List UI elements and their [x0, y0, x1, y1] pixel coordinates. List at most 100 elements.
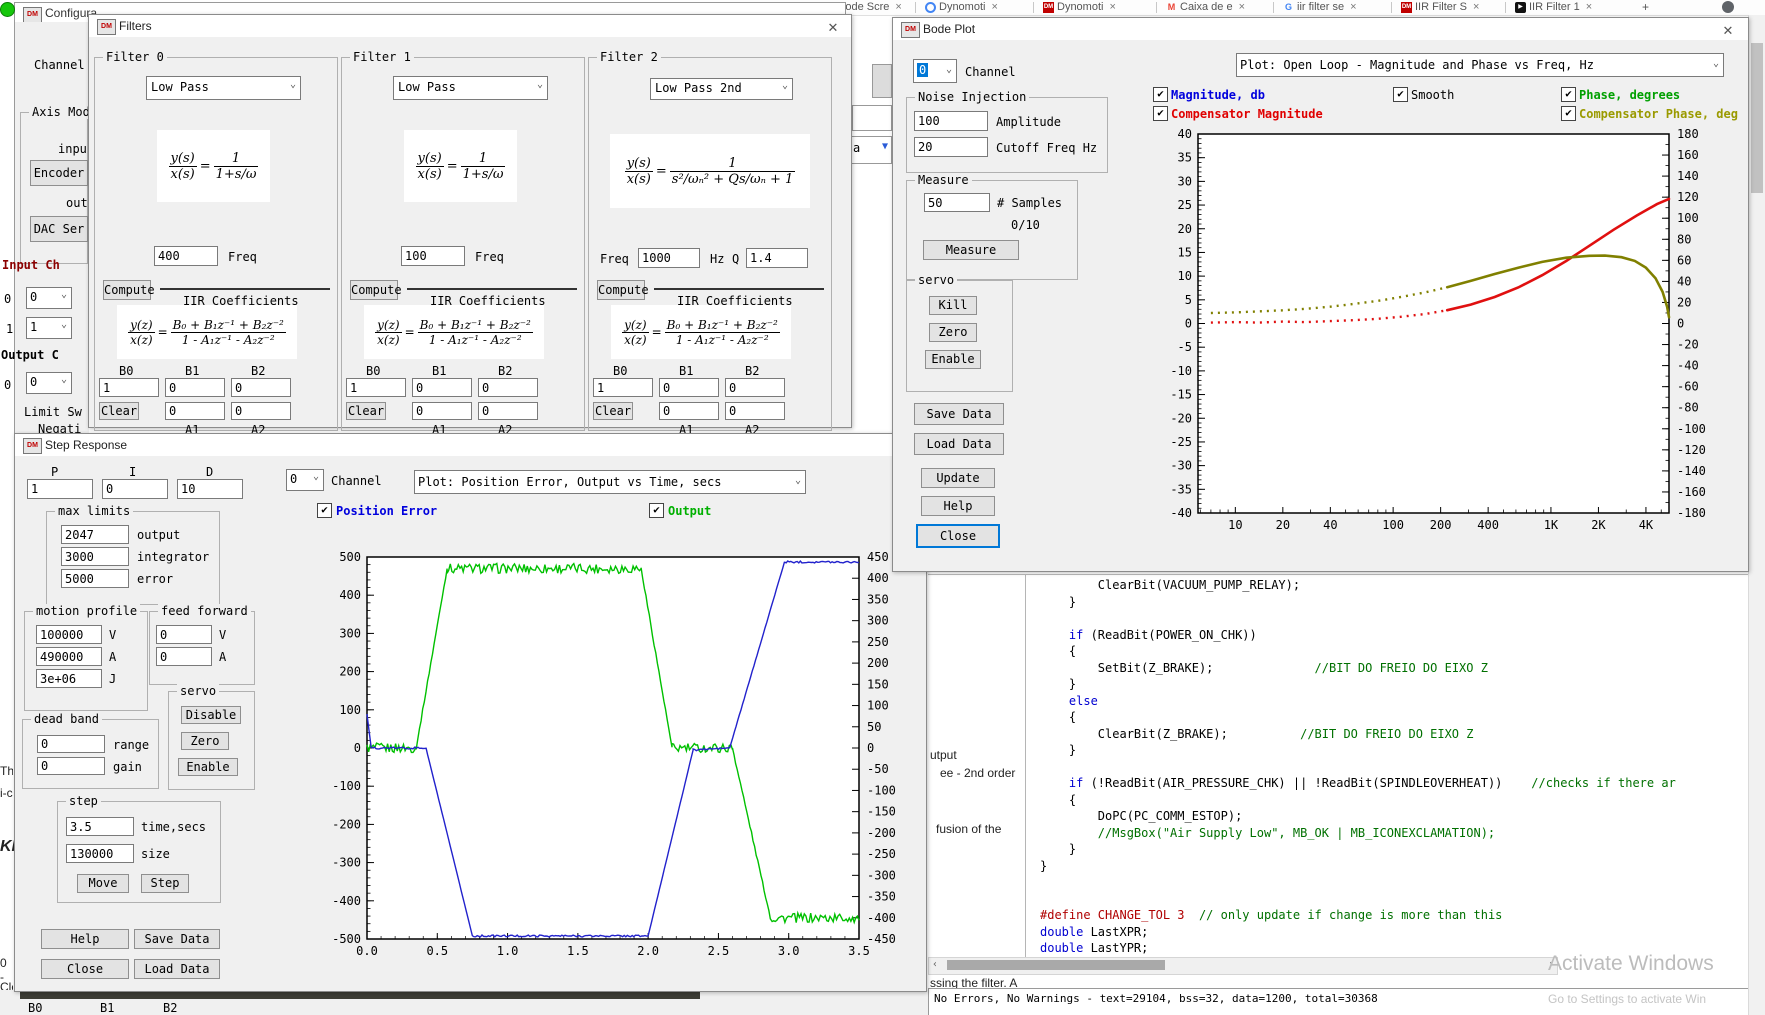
b2-input[interactable]: [478, 378, 538, 397]
new-tab-button[interactable]: +: [1642, 0, 1649, 14]
tab-close-icon[interactable]: ×: [1586, 1, 1592, 13]
b1-input[interactable]: [412, 378, 472, 397]
bode-enable-button[interactable]: Enable: [925, 350, 981, 369]
ff-accel-input[interactable]: [156, 647, 212, 666]
encoder-button[interactable]: Encoder: [30, 160, 88, 186]
b0-input[interactable]: [346, 378, 406, 397]
move-button[interactable]: Move: [77, 874, 129, 893]
amplitude-input[interactable]: [914, 111, 988, 131]
smooth-checkbox[interactable]: ✔: [1393, 87, 1408, 102]
compute-button[interactable]: Compute: [597, 280, 645, 300]
cutoff-freq-input[interactable]: [914, 137, 988, 157]
a1-input[interactable]: [412, 402, 472, 420]
load-data-button[interactable]: Load Data: [134, 959, 220, 979]
code-editor[interactable]: ClearBit(VACUUM_PUMP_RELAY); } if (ReadB…: [928, 574, 1748, 957]
tab-close-icon[interactable]: ×: [1239, 1, 1245, 13]
config-input-ch1-combo[interactable]: 1⌄: [26, 317, 72, 339]
close-button[interactable]: Close: [41, 959, 129, 979]
filters-titlebar[interactable]: DM Filters ✕: [89, 15, 851, 37]
tab-close-icon[interactable]: ×: [1473, 1, 1479, 13]
max-error-input[interactable]: [61, 569, 129, 588]
b2-input[interactable]: [231, 378, 291, 397]
horizontal-scrollbar[interactable]: ‹ ›: [928, 957, 1558, 975]
bode-save-data-button[interactable]: Save Data: [914, 403, 1004, 425]
freq-input[interactable]: [638, 248, 700, 268]
tab-close-icon[interactable]: ×: [1350, 1, 1356, 13]
dac-servo-button[interactable]: DAC Ser: [30, 216, 88, 242]
velocity-input[interactable]: [36, 625, 102, 644]
tab-close-icon[interactable]: ×: [1109, 1, 1115, 13]
bode-zero-button[interactable]: Zero: [929, 323, 977, 342]
browser-tab-iir-filter-se[interactable]: Giir filter se×: [1283, 0, 1357, 15]
a2-input[interactable]: [478, 402, 538, 420]
browser-tab-iir-filter-1[interactable]: ▶IIR Filter 1×: [1515, 0, 1592, 15]
save-data-button[interactable]: Save Data: [134, 929, 220, 949]
profile-avatar[interactable]: [1722, 1, 1734, 13]
accel-input[interactable]: [36, 647, 102, 666]
b0-input[interactable]: [593, 378, 653, 397]
a1-input[interactable]: [165, 402, 225, 420]
step-time-input[interactable]: [66, 817, 134, 836]
browser-tab-iir-filter-s[interactable]: DMIIR Filter S×: [1401, 0, 1479, 15]
filter-type-select[interactable]: Low Pass⌄: [393, 76, 548, 100]
a2-input[interactable]: [725, 402, 785, 420]
bode-help-button[interactable]: Help: [921, 496, 995, 516]
step-button[interactable]: Step: [141, 874, 189, 893]
clear-button[interactable]: Clear: [99, 402, 139, 420]
scrollbar-thumb[interactable]: [947, 960, 1165, 970]
clear-button[interactable]: Clear: [593, 402, 633, 420]
zero-button[interactable]: Zero: [181, 732, 229, 750]
freq-input[interactable]: [154, 246, 218, 266]
max-output-input[interactable]: [61, 525, 129, 544]
close-icon[interactable]: ✕: [1720, 23, 1736, 39]
max-integrator-input[interactable]: [61, 547, 129, 566]
bode-titlebar[interactable]: DM Bode Plot ✕: [893, 18, 1748, 40]
output-checkbox[interactable]: ✔: [649, 503, 664, 518]
bode-close-button[interactable]: Close: [916, 524, 1000, 548]
compute-button[interactable]: Compute: [103, 280, 151, 300]
deadband-range-input[interactable]: [37, 735, 105, 753]
config-input-ch0-combo[interactable]: 0⌄: [26, 287, 72, 309]
disable-button[interactable]: Disable: [181, 706, 241, 724]
bode-plot-select[interactable]: Plot: Open Loop - Magnitude and Phase vs…: [1236, 53, 1724, 77]
position-error-checkbox[interactable]: ✔: [317, 503, 332, 518]
phase-checkbox[interactable]: ✔: [1561, 87, 1576, 102]
bode-channel-combo[interactable]: 0 ⌄: [913, 59, 957, 83]
browser-tab-dynomoti[interactable]: DMDynomoti×: [1043, 0, 1116, 15]
step-plot-select[interactable]: Plot: Position Error, Output vs Time, se…: [414, 470, 806, 494]
d-input[interactable]: [177, 479, 243, 499]
b2-input[interactable]: [725, 378, 785, 397]
i-input[interactable]: [102, 479, 168, 499]
filter-type-select[interactable]: Low Pass⌄: [146, 76, 301, 100]
deadband-gain-input[interactable]: [37, 757, 105, 775]
a1-input[interactable]: [659, 402, 719, 420]
vertical-scrollbar[interactable]: [1748, 15, 1765, 1015]
help-button[interactable]: Help: [41, 929, 129, 949]
filter-type-select[interactable]: Low Pass 2nd⌄: [650, 78, 793, 100]
browser-tab-dynomoti[interactable]: Dynomoti×: [925, 0, 998, 15]
scroll-left-icon[interactable]: ‹: [932, 959, 938, 970]
browser-tab-bode-scre[interactable]: Bode Scre×: [838, 0, 902, 15]
b1-input[interactable]: [659, 378, 719, 397]
b0-input[interactable]: [99, 378, 159, 397]
kill-button[interactable]: Kill: [929, 296, 977, 315]
scrollbar-thumb[interactable]: [1751, 43, 1763, 193]
config-output-ch0-combo[interactable]: 0⌄: [26, 372, 72, 394]
b1-input[interactable]: [165, 378, 225, 397]
jerk-input[interactable]: [36, 669, 102, 688]
p-input[interactable]: [27, 479, 93, 499]
step-channel-combo[interactable]: 0⌄: [286, 469, 324, 491]
update-button[interactable]: Update: [921, 468, 995, 488]
q-input[interactable]: [746, 248, 808, 268]
freq-input[interactable]: [401, 246, 465, 266]
clear-button[interactable]: Clear: [346, 402, 386, 420]
close-icon[interactable]: ✕: [825, 20, 841, 36]
magnitude-checkbox[interactable]: ✔: [1153, 87, 1168, 102]
browser-tab-caixa-de-e[interactable]: MCaixa de e×: [1166, 0, 1245, 15]
tab-close-icon[interactable]: ×: [991, 1, 997, 13]
ff-velocity-input[interactable]: [156, 625, 212, 644]
compute-button[interactable]: Compute: [350, 280, 398, 300]
tab-close-icon[interactable]: ×: [895, 1, 901, 13]
step-size-input[interactable]: [66, 844, 134, 863]
samples-input[interactable]: [924, 193, 990, 212]
